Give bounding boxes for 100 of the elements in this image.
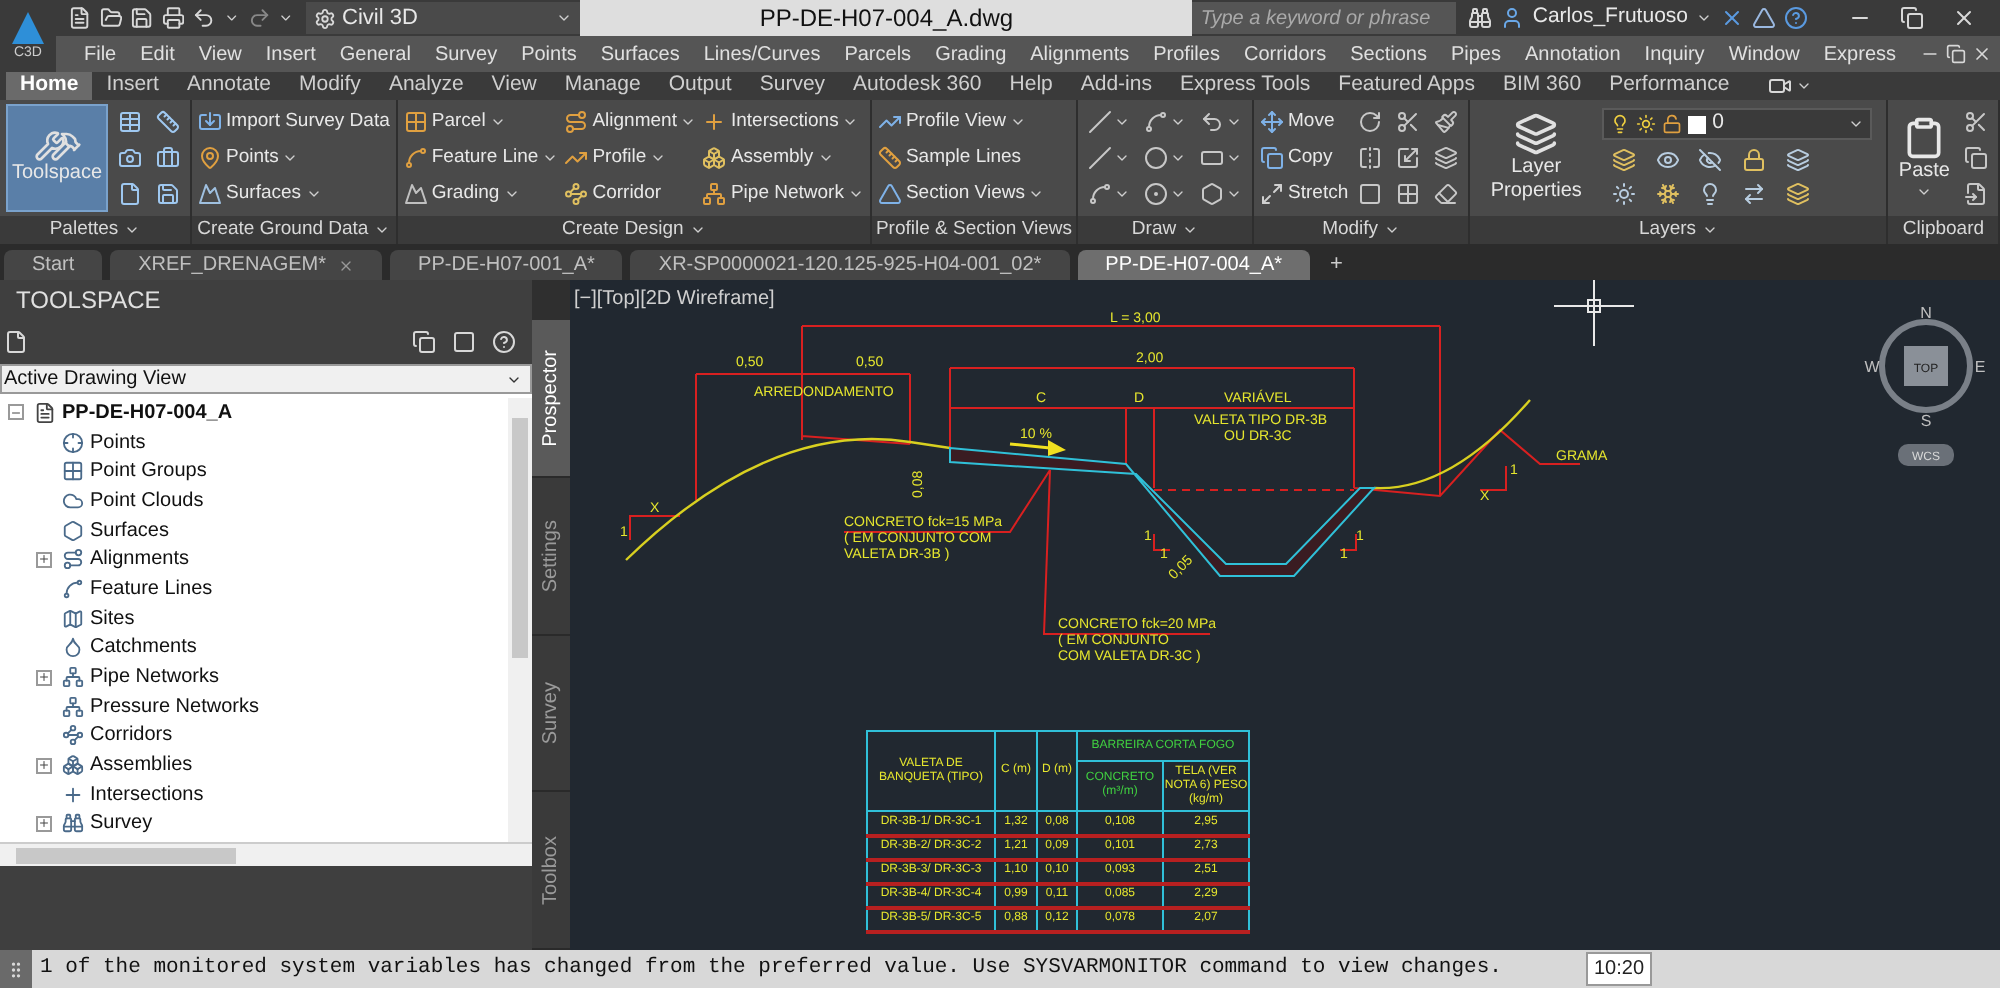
- ribbon-tab[interactable]: Analyze: [374, 72, 478, 100]
- tree-item[interactable]: Survey: [90, 808, 153, 839]
- ribbon-tab[interactable]: Featured Apps: [1324, 72, 1489, 100]
- panel-title[interactable]: Palettes: [0, 216, 191, 244]
- tree-item[interactable]: Pressure Networks: [90, 691, 259, 722]
- viewcube-face[interactable]: [1904, 346, 1948, 386]
- ribbon-button[interactable]: Profile View: [877, 105, 1045, 139]
- tree-item[interactable]: Points: [90, 427, 146, 458]
- menu-item[interactable]: Corridors: [1231, 39, 1339, 69]
- ribbon-tab[interactable]: Insert: [92, 72, 173, 100]
- menu-item[interactable]: Grading: [923, 39, 1019, 69]
- search-field[interactable]: Type a keyword or phrase: [1192, 2, 1457, 34]
- ribbon-button[interactable]: Intersections: [702, 105, 864, 139]
- ribbon-button[interactable]: Grading: [403, 177, 559, 211]
- ribbon-button[interactable]: Surfaces: [198, 177, 390, 211]
- ribbon-tab[interactable]: BIM 360: [1488, 72, 1596, 100]
- ribbon-button[interactable]: Move: [1260, 105, 1349, 139]
- expand-toggle-icon[interactable]: [36, 815, 52, 832]
- ribbon-button[interactable]: Stretch: [1260, 177, 1349, 211]
- menu-item[interactable]: Insert: [253, 39, 328, 69]
- menu-item[interactable]: Window: [1716, 39, 1812, 69]
- document-tab[interactable]: PP-DE-H07-001_A*: [390, 250, 623, 280]
- tree-item[interactable]: Assemblies: [90, 750, 193, 781]
- ribbon-tab[interactable]: Performance: [1595, 72, 1744, 100]
- layer-tool-button[interactable]: [1610, 180, 1639, 208]
- viewport-label[interactable]: [−][Top][2D Wireframe]: [574, 284, 775, 314]
- menu-item[interactable]: Sections: [1338, 39, 1439, 69]
- menu-item[interactable]: Pipes: [1438, 39, 1513, 69]
- tree-item[interactable]: Corridors: [90, 720, 173, 751]
- ribbon-tab[interactable]: Express Tools: [1165, 72, 1325, 100]
- ribbon-icon-button[interactable]: [152, 105, 185, 139]
- panel-title[interactable]: Clipboard: [1888, 216, 1998, 244]
- ribbon-icon-button[interactable]: [1430, 141, 1463, 175]
- ribbon-tab[interactable]: Home: [6, 72, 93, 100]
- panel-title[interactable]: Layers: [1470, 216, 1887, 244]
- menu-item[interactable]: Express: [1811, 39, 1909, 69]
- layer-tool-button[interactable]: [1653, 180, 1682, 208]
- ribbon-button[interactable]: Import Survey Data: [198, 105, 390, 139]
- panel-title[interactable]: Draw: [1078, 216, 1253, 244]
- scrollbar[interactable]: [508, 398, 532, 842]
- menu-item[interactable]: Survey: [422, 39, 510, 69]
- ribbon-tab[interactable]: Modify: [285, 72, 375, 100]
- layer-tool-button[interactable]: [1739, 146, 1768, 174]
- ribbon-button[interactable]: Sample Lines: [877, 141, 1045, 175]
- tree-item[interactable]: PP-DE-H07-004_A: [62, 397, 233, 428]
- ribbon-tab[interactable]: Annotate: [172, 72, 285, 100]
- ribbon-tab[interactable]: Help: [995, 72, 1067, 100]
- ribbon-button[interactable]: Parcel: [403, 105, 559, 139]
- panel-title[interactable]: Profile & Section Views: [871, 216, 1077, 244]
- tree-item[interactable]: Point Clouds: [90, 485, 204, 516]
- layer-tool-button[interactable]: [1739, 180, 1768, 208]
- ribbon-tab[interactable]: Autodesk 360: [839, 72, 996, 100]
- layer-tool-button[interactable]: [1653, 146, 1682, 174]
- menu-item[interactable]: Inquiry: [1632, 39, 1717, 69]
- menu-item[interactable]: General: [327, 39, 423, 69]
- layer-tool-button[interactable]: [1610, 146, 1639, 174]
- ribbon-tab[interactable]: Manage: [550, 72, 655, 100]
- menu-item[interactable]: Edit: [128, 39, 187, 69]
- tree-item[interactable]: Catchments: [90, 632, 197, 663]
- menu-item[interactable]: File: [72, 39, 129, 69]
- tree-item[interactable]: Surfaces: [90, 515, 169, 546]
- view-dropdown[interactable]: Active Drawing View: [0, 364, 532, 394]
- side-tab[interactable]: Prospector: [532, 320, 570, 478]
- scrollbar[interactable]: [0, 842, 532, 866]
- document-tab[interactable]: XREF_DRENAGEM*: [110, 250, 383, 280]
- tree-item[interactable]: Point Groups: [90, 456, 207, 487]
- menu-item[interactable]: Annotation: [1512, 39, 1633, 69]
- ribbon-button[interactable]: Profile: [564, 141, 697, 175]
- command-line-handle[interactable]: [0, 950, 32, 988]
- ribbon-button[interactable]: Assembly: [702, 141, 864, 175]
- menu-item[interactable]: Alignments: [1018, 39, 1142, 69]
- expand-toggle-icon[interactable]: [36, 757, 52, 774]
- ribbon-tab[interactable]: View: [477, 72, 551, 100]
- document-tab[interactable]: Start: [4, 250, 103, 280]
- ribbon-button[interactable]: Corridor: [564, 177, 697, 211]
- tree-item[interactable]: Pipe Networks: [90, 662, 219, 693]
- menu-item[interactable]: Parcels: [832, 39, 924, 69]
- layer-tool-button[interactable]: [1696, 146, 1725, 174]
- user-name[interactable]: Carlos_Frutuoso: [1532, 2, 1688, 34]
- menu-item[interactable]: Lines/Curves: [691, 39, 833, 69]
- menu-item[interactable]: Surfaces: [588, 39, 692, 69]
- ribbon-large-button[interactable]: Paste: [1894, 104, 1954, 212]
- ribbon-large-button[interactable]: Layer Properties: [1476, 104, 1597, 212]
- expand-toggle-icon[interactable]: [36, 551, 52, 568]
- expand-toggle-icon[interactable]: [8, 404, 24, 421]
- menu-item[interactable]: Profiles: [1141, 39, 1232, 69]
- ribbon-button[interactable]: Feature Line: [403, 141, 559, 175]
- ribbon-button[interactable]: Section Views: [877, 177, 1045, 211]
- menu-item[interactable]: Points: [509, 39, 589, 69]
- workspace-dropdown[interactable]: Civil 3D: [306, 2, 580, 34]
- layer-tool-button[interactable]: [1783, 180, 1812, 208]
- menu-item[interactable]: View: [186, 39, 254, 69]
- panel-title[interactable]: Modify: [1254, 216, 1469, 244]
- ribbon-icon-button[interactable]: [1960, 141, 1992, 175]
- new-tab-button[interactable]: +: [1318, 250, 1355, 280]
- side-tab[interactable]: Toolbox: [532, 792, 570, 950]
- expand-toggle-icon[interactable]: [36, 669, 52, 686]
- ribbon-tab[interactable]: Output: [654, 72, 746, 100]
- ribbon-button[interactable]: Points: [198, 141, 390, 175]
- tree-item[interactable]: Alignments: [90, 544, 189, 575]
